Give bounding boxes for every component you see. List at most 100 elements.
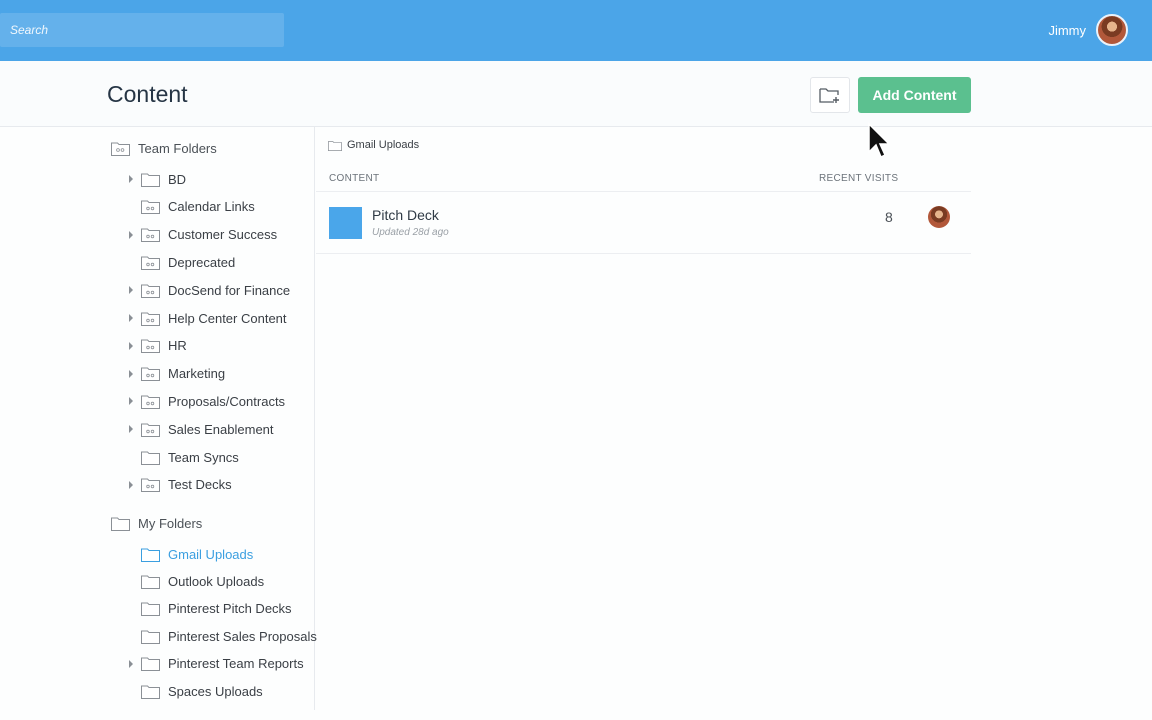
team-folders-title: Team Folders [138,140,217,156]
folder-label: Calendar Links [168,199,255,215]
team-folder-icon [141,367,160,382]
expand-caret-icon [127,571,135,591]
expand-caret-icon [127,197,135,217]
team-folder-icon [111,142,130,156]
folder-icon [328,140,342,151]
sidebar-folder-item[interactable]: Calendar Links [127,197,255,217]
page-title: Content [107,81,188,107]
team-folder-icon [141,200,160,215]
document-thumbnail[interactable] [329,207,362,239]
row-divider [316,253,971,254]
sidebar-folder-item[interactable]: Gmail Uploads [127,544,253,564]
folder-label: Team Syncs [168,449,239,465]
sidebar-folder-item[interactable]: Spaces Uploads [127,681,263,701]
team-folder-icon [141,256,160,270]
new-folder-button[interactable] [810,77,850,113]
document-updated: Updated 28d ago [372,227,449,238]
folder-label: Sales Enablement [168,421,274,437]
my-folders-heading[interactable]: My Folders [111,513,202,533]
owner-avatar[interactable] [928,206,950,228]
folder-label: Pinterest Team Reports [168,656,304,672]
sidebar-folder-item[interactable]: Proposals/Contracts [127,391,285,411]
expand-caret-icon[interactable] [127,391,135,411]
expand-caret-icon[interactable] [127,475,135,495]
sidebar-folder-item[interactable]: Pinterest Sales Proposals [127,626,317,646]
folder-icon [141,173,160,187]
content-column-header[interactable]: CONTENT [329,173,379,184]
folder-label: Deprecated [168,254,236,270]
folder-label: Spaces Uploads [168,683,263,699]
header-divider [316,191,971,192]
team-folder-icon [141,395,160,409]
folder-label: Marketing [168,366,226,382]
folder-icon [141,602,160,617]
sidebar-folder-item[interactable]: Outlook Uploads [127,571,264,591]
team-folder-icon [141,228,160,243]
sidebar-folder-item[interactable]: HR [127,336,187,356]
expand-caret-icon [127,599,135,619]
sidebar-folder-item[interactable]: Customer Success [127,225,277,245]
search-box[interactable] [0,13,284,47]
folder-icon [141,657,160,672]
team-folders-heading[interactable]: Team Folders [111,138,217,158]
document-title[interactable]: Pitch Deck [372,207,439,223]
sidebar-folder-item[interactable]: Test Decks [127,475,232,495]
folder-icon [141,451,160,465]
expand-caret-icon[interactable] [127,654,135,674]
expand-caret-icon[interactable] [127,169,135,189]
sidebar-folder-item[interactable]: Pinterest Team Reports [127,654,304,674]
folder-label: Pinterest Pitch Decks [168,601,292,617]
recent-visits-column-header[interactable]: RECENT VISITS [819,173,898,184]
folder-label: HR [168,338,187,354]
my-folders-title: My Folders [138,515,203,531]
folder-label: Outlook Uploads [168,573,265,589]
team-folder-icon [141,284,160,298]
sidebar-folder-item[interactable]: Help Center Content [127,308,287,328]
folder-label: Proposals/Contracts [168,393,286,409]
folder-icon [141,548,160,562]
page-header: Content Add Content [0,61,1152,127]
team-folder-icon [141,478,160,493]
folder-icon [141,685,160,699]
sidebar-folder-item[interactable]: DocSend for Finance [127,280,290,300]
folder-label: BD [168,171,187,187]
expand-caret-icon [127,626,135,646]
folder-label: Test Decks [168,477,232,493]
expand-caret-icon [127,447,135,467]
sidebar-folder-item[interactable]: Team Syncs [127,447,239,467]
team-folder-icon [141,312,160,326]
folder-label: Pinterest Sales Proposals [168,628,317,644]
expand-caret-icon [127,544,135,564]
breadcrumb[interactable]: Gmail Uploads [328,139,419,151]
team-folder-icon [141,423,160,437]
sidebar-folder-item[interactable]: Pinterest Pitch Decks [127,599,292,619]
sidebar-folder-item[interactable]: Deprecated [127,252,235,272]
folder-sidebar: Team Folders BD Calendar Links Customer Su… [107,127,317,710]
expand-caret-icon [127,252,135,272]
folder-icon [111,517,130,531]
sidebar-folder-item[interactable]: BD [127,169,186,189]
folder-plus-icon [819,88,839,103]
expand-caret-icon [127,681,135,701]
folder-label: DocSend for Finance [168,282,291,298]
user-name[interactable]: Jimmy [1048,23,1086,38]
content-panel: Gmail Uploads CONTENT RECENT VISITS Pitc… [316,127,971,710]
expand-caret-icon[interactable] [127,280,135,300]
sidebar-folder-item[interactable]: Sales Enablement [127,419,274,439]
folder-label: Help Center Content [168,310,287,326]
folder-label: Customer Success [168,227,278,243]
folder-icon [141,575,160,589]
breadcrumb-label: Gmail Uploads [347,139,420,151]
sidebar-folder-item[interactable]: Marketing [127,364,225,384]
expand-caret-icon[interactable] [127,336,135,356]
expand-caret-icon[interactable] [127,225,135,245]
search-input[interactable] [0,13,284,47]
folder-label: Gmail Uploads [168,546,254,562]
user-avatar[interactable] [1096,14,1128,46]
folder-icon [141,630,160,644]
expand-caret-icon[interactable] [127,308,135,328]
expand-caret-icon[interactable] [127,364,135,384]
add-content-button[interactable]: Add Content [858,77,971,113]
top-bar: Jimmy [0,0,1152,61]
expand-caret-icon[interactable] [127,419,135,439]
